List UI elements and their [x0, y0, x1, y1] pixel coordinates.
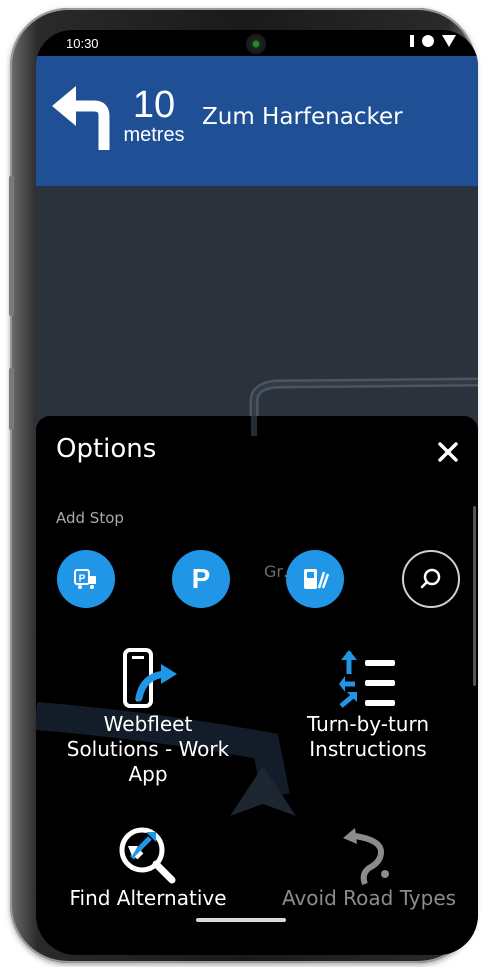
- volume-button: [9, 176, 14, 316]
- turn-list-icon: [339, 650, 395, 708]
- next-street-name: Zum Harfenacker: [202, 104, 403, 130]
- option-turn-by-turn[interactable]: Turn-by-turn Instructions: [288, 648, 448, 762]
- option-label: Webfleet Solutions - Work App: [66, 712, 230, 786]
- avoid-road-icon: [343, 828, 389, 886]
- wifi-icon: [422, 35, 434, 47]
- add-stop-truck-parking-button[interactable]: P: [57, 550, 115, 608]
- add-stop-search-button[interactable]: [402, 550, 460, 608]
- phone-share-icon: [123, 648, 177, 708]
- close-icon: [438, 442, 458, 462]
- add-stop-label: Add Stop: [56, 509, 124, 527]
- fuel-station-icon: [304, 569, 329, 589]
- home-indicator[interactable]: [196, 918, 286, 922]
- distance-unit: metres: [123, 124, 185, 146]
- turn-left-icon: [52, 86, 110, 150]
- options-panel: Options Add Stop Gr…aße P P: [36, 416, 478, 955]
- truck-parking-icon: P: [74, 569, 96, 589]
- power-button: [9, 368, 14, 430]
- status-time: 10:30: [66, 36, 99, 51]
- screen: 10:30 10 metres Zum Harfenacker Options: [36, 30, 478, 955]
- navigation-banner[interactable]: 10 metres Zum Harfenacker: [36, 56, 478, 186]
- signal-icon: [410, 35, 414, 47]
- option-label: Avoid Road Types: [281, 886, 457, 910]
- add-stop-fuel-button[interactable]: [286, 550, 344, 608]
- option-find-alternative[interactable]: Find Alternative: [60, 824, 236, 911]
- battery-icon: [442, 35, 456, 47]
- scrollbar[interactable]: [473, 506, 476, 686]
- svg-text:P: P: [79, 574, 86, 585]
- status-icons: [410, 35, 456, 47]
- options-title: Options: [56, 434, 157, 464]
- option-webfleet-work-app[interactable]: Webfleet Solutions - Work App: [66, 648, 230, 787]
- distance-value: 10: [132, 84, 176, 126]
- find-alternative-icon: [119, 827, 176, 884]
- close-button[interactable]: [430, 434, 466, 470]
- distance-to-turn: 10 metres: [120, 86, 188, 146]
- option-label: Find Alternative: [69, 886, 227, 910]
- front-camera: [246, 34, 266, 54]
- search-icon: [420, 568, 441, 589]
- option-avoid-road-types[interactable]: Avoid Road Types: [280, 824, 458, 911]
- add-stop-parking-button[interactable]: P: [172, 550, 230, 608]
- parking-icon: P: [191, 563, 211, 594]
- option-label: Turn-by-turn Instructions: [306, 712, 430, 761]
